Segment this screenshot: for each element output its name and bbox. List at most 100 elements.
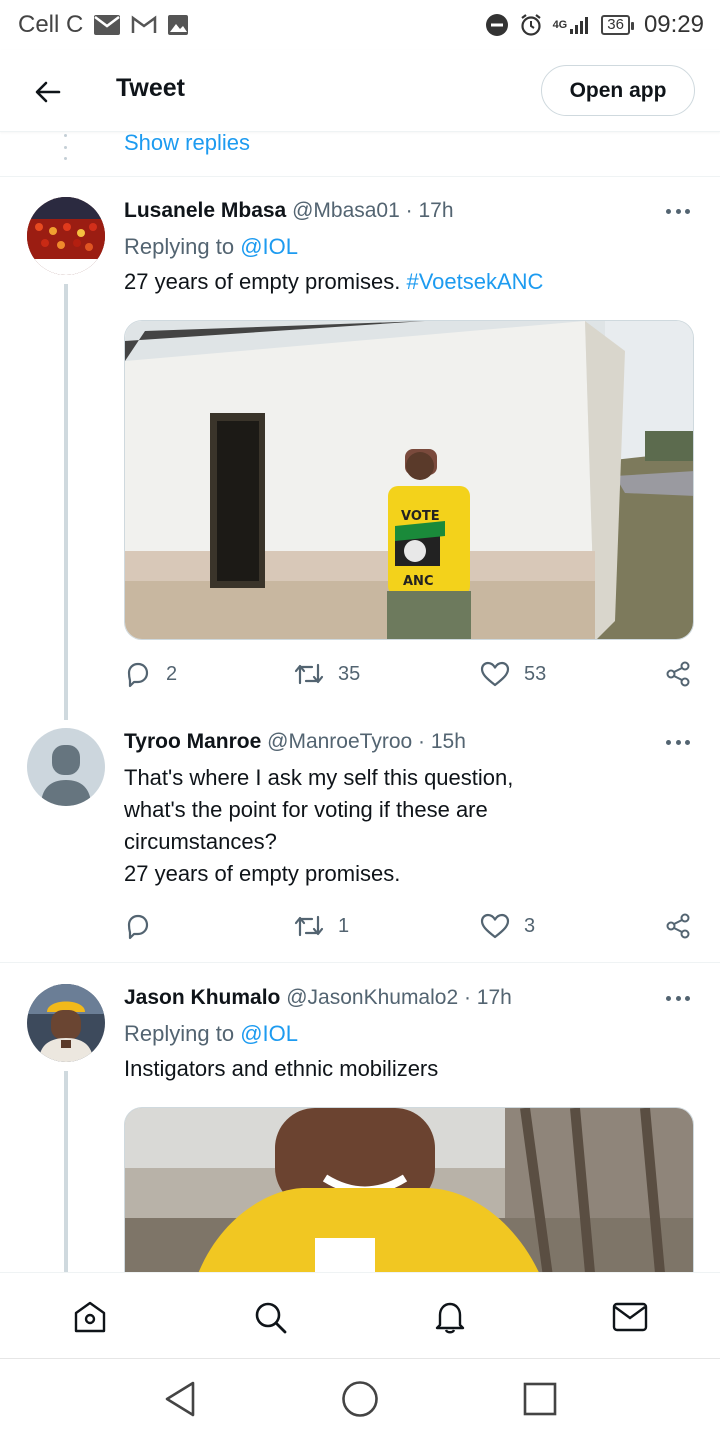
- share-icon: [666, 913, 690, 939]
- tweet-text-line: That's where I ask my self this question…: [124, 765, 514, 790]
- like-button[interactable]: 3: [480, 910, 535, 942]
- tweet-time[interactable]: · 15h: [418, 730, 466, 753]
- reply-button[interactable]: 2: [124, 658, 177, 690]
- share-icon: [666, 661, 690, 687]
- tweet-text: That's where I ask my self this question…: [124, 762, 684, 890]
- mail-icon: [612, 1302, 648, 1332]
- alarm-icon: [519, 13, 543, 37]
- tweet-text: Instigators and ethnic mobilizers: [124, 1053, 684, 1085]
- tweet-header: Lusanele Mbasa @Mbasa01 · 17h: [124, 199, 454, 223]
- email-notification-icon: [93, 14, 121, 36]
- battery-indicator: 36: [601, 15, 634, 35]
- avatar[interactable]: [27, 197, 105, 275]
- mention-link[interactable]: @IOL: [240, 234, 298, 259]
- thread-line: [64, 284, 68, 720]
- like-button[interactable]: 53: [480, 658, 546, 690]
- author-name[interactable]: Tyroo Manroe: [124, 730, 261, 753]
- tweet-item[interactable]: Jason Khumalo @JasonKhumalo2 · 17h Reply…: [0, 963, 720, 1273]
- tweet-actions: 2 35 53: [124, 658, 694, 690]
- tweet-photo[interactable]: VOTE ANC: [124, 320, 694, 640]
- home-icon: [74, 1301, 106, 1333]
- nav-messages[interactable]: [610, 1297, 650, 1337]
- hashtag-link[interactable]: #VoetsekANC: [406, 269, 543, 294]
- retweet-count: 35: [338, 662, 361, 685]
- square-recents-icon: [523, 1382, 557, 1416]
- network-type: 4G: [552, 19, 568, 31]
- show-replies-link[interactable]: Show replies: [124, 130, 250, 156]
- circle-home-icon: [342, 1381, 378, 1417]
- author-handle[interactable]: @Mbasa01: [292, 199, 400, 222]
- replying-to: Replying to @IOL: [124, 1021, 298, 1047]
- tweet-text-body: 27 years of empty promises.: [124, 269, 401, 294]
- mention-link[interactable]: @IOL: [240, 1021, 298, 1046]
- nav-notifications[interactable]: [430, 1297, 470, 1337]
- bell-icon: [435, 1302, 465, 1334]
- bottom-navigation: [0, 1272, 720, 1358]
- nav-search[interactable]: [250, 1297, 290, 1337]
- tweet-actions: 1 3: [124, 910, 694, 942]
- like-count: 3: [524, 914, 536, 937]
- share-button[interactable]: [664, 658, 692, 690]
- replying-to-label: Replying to: [124, 234, 235, 259]
- tweet-text-line: 27 years of empty promises.: [124, 861, 401, 886]
- search-icon: [255, 1302, 287, 1334]
- more-icon[interactable]: [666, 207, 690, 215]
- page-title: Tweet: [116, 74, 185, 102]
- gmail-notification-icon: [131, 15, 157, 35]
- open-app-button[interactable]: Open app: [541, 65, 695, 116]
- tweet-time[interactable]: · 17h: [464, 986, 512, 1009]
- reply-icon: [127, 662, 149, 688]
- author-handle[interactable]: @ManroeTyroo: [267, 730, 412, 753]
- author-name[interactable]: Jason Khumalo: [124, 986, 280, 1009]
- tweet-header: Tyroo Manroe @ManroeTyroo · 15h: [124, 730, 466, 754]
- share-button[interactable]: [664, 910, 692, 942]
- shirt-text-vote: VOTE: [401, 509, 440, 524]
- thread-continuation-dots: [64, 134, 67, 160]
- tweet-text-line: what's the point for voting if these are: [124, 797, 488, 822]
- author-handle[interactable]: @JasonKhumalo2: [286, 986, 458, 1009]
- replying-to-label: Replying to: [124, 1021, 235, 1046]
- thread-line: [64, 1071, 68, 1273]
- top-app-bar: Tweet Open app: [0, 50, 720, 132]
- triangle-back-icon: [165, 1381, 195, 1417]
- retweet-button[interactable]: 1: [294, 910, 349, 942]
- more-icon[interactable]: [666, 994, 690, 1002]
- do-not-disturb-icon: [485, 13, 509, 37]
- status-bar: Cell C 4G 36 09:29: [0, 0, 720, 50]
- system-navigation-bar: [0, 1358, 720, 1440]
- more-icon[interactable]: [666, 738, 690, 746]
- heart-icon: [480, 661, 510, 687]
- nav-home[interactable]: [70, 1297, 110, 1337]
- like-count: 53: [524, 662, 547, 685]
- shirt-text-anc: ANC: [403, 574, 433, 589]
- retweet-button[interactable]: 35: [294, 658, 360, 690]
- back-button[interactable]: [30, 74, 66, 110]
- reply-count: 2: [166, 662, 178, 685]
- retweet-count: 1: [338, 914, 350, 937]
- tweet-text: 27 years of empty promises. #VoetsekANC: [124, 266, 684, 298]
- clock: 09:29: [643, 11, 704, 38]
- author-name[interactable]: Lusanele Mbasa: [124, 199, 286, 222]
- tweet-item[interactable]: Lusanele Mbasa @Mbasa01 · 17h Replying t…: [0, 176, 720, 720]
- tweet-photo[interactable]: [124, 1107, 694, 1273]
- tweet-time[interactable]: · 17h: [406, 199, 454, 222]
- tweet-text-line: circumstances?: [124, 829, 277, 854]
- reply-icon: [127, 914, 149, 940]
- carrier-label: Cell C: [18, 11, 84, 38]
- tweet-header: Jason Khumalo @JasonKhumalo2 · 17h: [124, 986, 512, 1010]
- replying-to: Replying to @IOL: [124, 234, 298, 260]
- arrow-left-icon: [35, 81, 61, 103]
- system-back-button[interactable]: [160, 1379, 200, 1419]
- reply-button[interactable]: [124, 910, 166, 942]
- avatar[interactable]: [27, 728, 105, 806]
- system-recents-button[interactable]: [520, 1379, 560, 1419]
- retweet-icon: [294, 915, 324, 937]
- tweet-item[interactable]: Tyroo Manroe @ManroeTyroo · 15h That's w…: [0, 716, 720, 962]
- heart-icon: [480, 913, 510, 939]
- tweet-text-body: Instigators and ethnic mobilizers: [124, 1056, 439, 1081]
- retweet-icon: [294, 663, 324, 685]
- avatar[interactable]: [27, 984, 105, 1062]
- gallery-notification-icon: [167, 14, 189, 36]
- system-home-button[interactable]: [340, 1379, 380, 1419]
- signal-icon: 4G: [553, 15, 592, 35]
